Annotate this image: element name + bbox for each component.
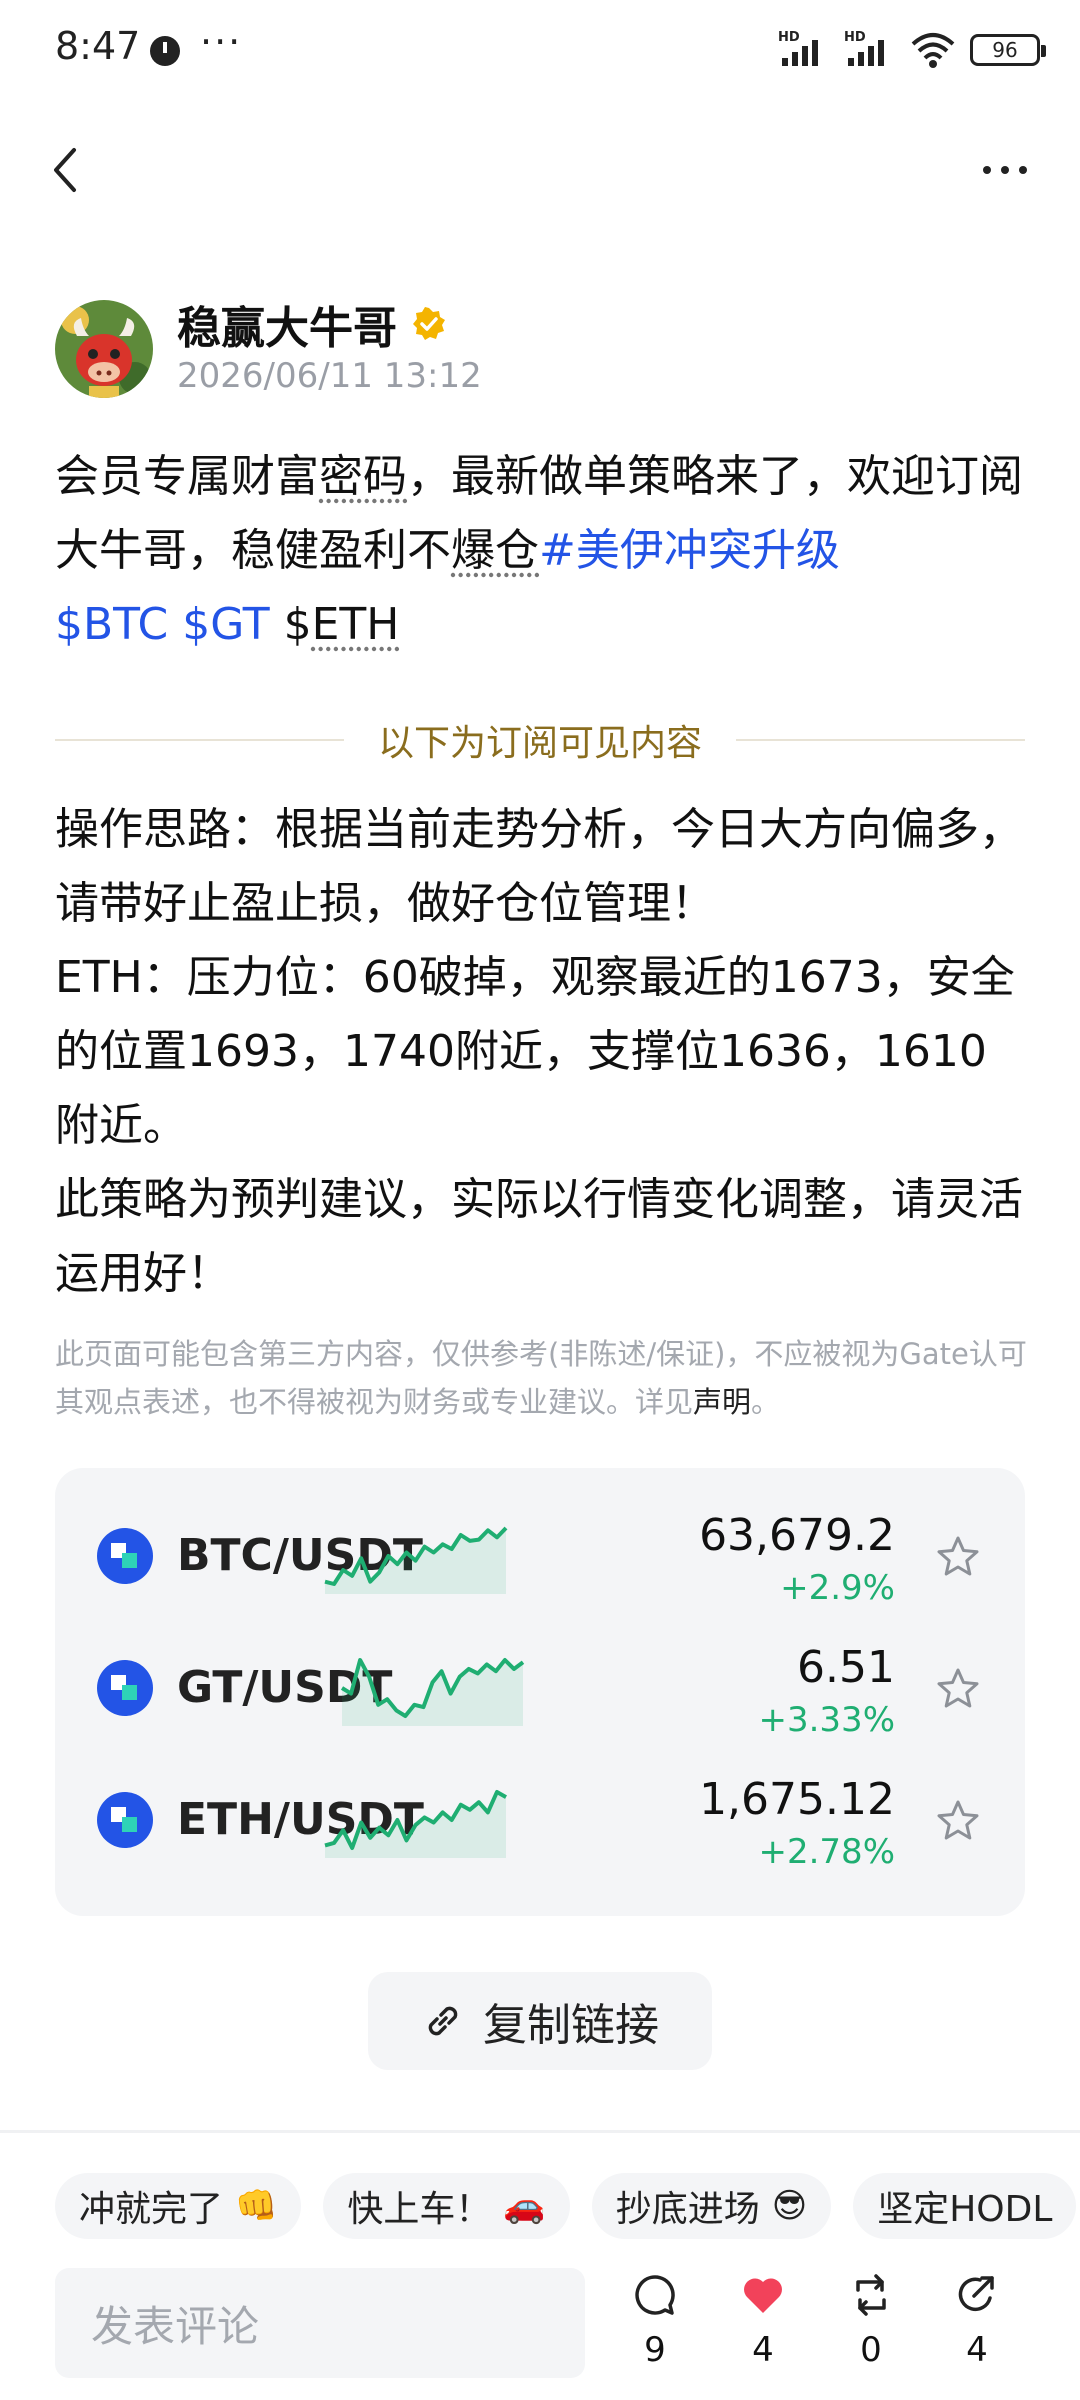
comment-count: 9: [644, 2330, 666, 2370]
author-name[interactable]: 稳赢大牛哥: [177, 292, 397, 356]
sparkline-chart: [324, 1790, 507, 1858]
battery-level: 96: [992, 38, 1018, 62]
chip-label: 冲就完了: [79, 2189, 224, 2230]
gate-coin-icon: [97, 1528, 153, 1584]
hashtag-link[interactable]: #美伊冲突升级: [539, 525, 840, 576]
wifi-icon: [911, 33, 955, 68]
chip-label: 坚定HODL: [877, 2189, 1053, 2230]
copy-link-button[interactable]: 复制链接: [368, 1972, 712, 2070]
ticker-btc-link[interactable]: $BTC: [55, 599, 168, 650]
share-icon: [958, 2276, 994, 2312]
pair-change: +2.9%: [780, 1568, 895, 1608]
fist-emoji-icon: 👊: [235, 2186, 278, 2226]
disclaimer-end: 。: [751, 1385, 781, 1419]
pair-price: 6.51: [797, 1642, 895, 1693]
post-timestamp: 2026/06/11 13:12: [177, 356, 482, 396]
status-dots: ···: [200, 20, 243, 64]
like-button[interactable]: 4: [728, 2272, 798, 2382]
pair-change: +2.78%: [758, 1832, 896, 1872]
back-button[interactable]: [50, 140, 100, 200]
chip-label: 快上车！: [347, 2189, 492, 2230]
star-icon[interactable]: [935, 1798, 981, 1844]
body-paragraph: ETH：压力位：60破掉，观察最近的1673，安全的位置1693，1740附近，…: [55, 952, 1015, 1151]
body-paragraph: 此策略为预判建议，实际以行情变化调整，请灵活运用好！: [55, 1174, 1023, 1299]
repost-button[interactable]: 0: [836, 2272, 906, 2382]
comment-placeholder: 发表评论: [91, 2301, 260, 2351]
quick-reply-chips: 冲就完了 👊 快上车！ 🚗 抄底进场 😎 坚定HODL: [55, 2173, 1080, 2239]
disclaimer-text: 此页面可能包含第三方内容，仅供参考(非陈述/保证)，不应被视为Gate认可其观点…: [55, 1337, 1027, 1419]
author-name-row[interactable]: 稳赢大牛哥: [177, 292, 447, 356]
market-card: BTC/USDT 63,679.2 +2.9% GT/USDT 6.51 +3.…: [55, 1468, 1025, 1916]
more-dot-icon: [1019, 166, 1027, 174]
gate-coin-icon: [97, 1792, 153, 1848]
divider-line: [736, 739, 1026, 741]
post-text: 会员专属财富密码，最新做单策略来了，欢迎订阅大牛哥，稳健盈利不爆仓#美伊冲突升级…: [55, 440, 1025, 662]
post-body: 操作思路：根据当前走势分析，今日大方向偏多，请带好止盈止损，做好仓位管理！ ET…: [55, 793, 1025, 1311]
post-text-keyword[interactable]: 爆仓: [451, 525, 539, 576]
comment-input[interactable]: 发表评论: [55, 2268, 585, 2378]
share-button[interactable]: 4: [942, 2272, 1012, 2382]
avatar[interactable]: [55, 300, 153, 398]
quick-reply-chip[interactable]: 快上车！ 🚗: [323, 2173, 570, 2239]
quick-reply-chip[interactable]: 抄底进场 😎: [591, 2173, 832, 2239]
divider-line: [55, 739, 344, 741]
more-dot-icon: [983, 166, 991, 174]
comment-icon: [635, 2275, 675, 2315]
status-icons: HD HD 96: [778, 28, 1046, 72]
post-text-keyword[interactable]: 密码: [319, 451, 407, 502]
sunglasses-emoji-icon: 😎: [771, 2186, 808, 2226]
ticker-eth-link[interactable]: $ETH: [284, 599, 400, 650]
status-time: 8:47: [55, 24, 141, 68]
like-count: 4: [752, 2330, 774, 2370]
signal-icon: HD: [844, 30, 896, 70]
market-row[interactable]: ETH/USDT 1,675.12 +2.78%: [55, 1750, 1025, 1882]
ticker-eth-name: ETH: [311, 599, 400, 650]
ticker-eth-prefix: $: [283, 599, 312, 650]
subscriber-divider: 以下为订阅可见内容: [55, 705, 1026, 775]
more-options-button[interactable]: [970, 140, 1040, 200]
copy-link-label: 复制链接: [483, 2000, 659, 2051]
quick-reply-chip[interactable]: 冲就完了 👊: [55, 2173, 302, 2239]
gate-coin-icon: [97, 1660, 153, 1716]
clock-icon: [150, 36, 180, 66]
body-paragraph: 操作思路：根据当前走势分析，今日大方向偏多，请带好止盈止损，做好仓位管理！: [55, 804, 1023, 929]
disclaimer-link[interactable]: 声明: [693, 1385, 751, 1419]
star-icon[interactable]: [935, 1666, 981, 1712]
bottom-separator: [0, 2130, 1080, 2133]
pair-price: 63,679.2: [699, 1510, 895, 1561]
star-icon[interactable]: [935, 1534, 981, 1580]
signal-icon: HD: [778, 30, 830, 70]
divider-label: 以下为订阅可见内容: [378, 723, 703, 764]
battery-icon: 96: [970, 34, 1046, 66]
quick-reply-chip[interactable]: 坚定HODL: [853, 2173, 1077, 2239]
repost-icon: [856, 2274, 886, 2316]
ticker-gt-link[interactable]: $GT: [182, 599, 269, 650]
pair-change: +3.33%: [758, 1700, 896, 1740]
bull-avatar-icon: [55, 300, 153, 398]
verified-badge-icon: [413, 307, 445, 340]
market-row[interactable]: GT/USDT 6.51 +3.33%: [55, 1618, 1025, 1750]
heart-icon: [744, 2278, 782, 2313]
status-bar: 8:47 ··· HD HD 96: [0, 0, 1080, 100]
chip-label: 抄底进场: [615, 2189, 760, 2230]
share-count: 4: [966, 2330, 988, 2370]
disclaimer: 此页面可能包含第三方内容，仅供参考(非陈述/保证)，不应被视为Gate认可其观点…: [55, 1330, 1030, 1426]
market-row[interactable]: BTC/USDT 63,679.2 +2.9%: [55, 1486, 1025, 1618]
repost-count: 0: [860, 2330, 882, 2370]
chevron-left-icon: [54, 148, 76, 192]
sparkline-chart: [340, 1658, 525, 1726]
post-text-part: 会员专属财富: [55, 451, 319, 502]
pair-price: 1,675.12: [699, 1774, 895, 1825]
sparkline-chart: [324, 1526, 508, 1594]
comment-button[interactable]: 9: [620, 2272, 690, 2382]
link-icon: [428, 2006, 458, 2036]
more-dot-icon: [1001, 166, 1009, 174]
car-emoji-icon: 🚗: [503, 2186, 546, 2226]
